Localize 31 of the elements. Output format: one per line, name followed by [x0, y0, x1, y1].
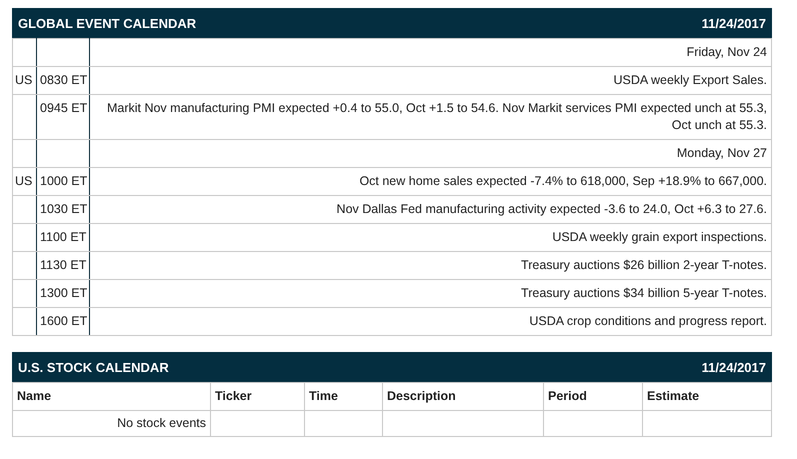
event-description: Treasury auctions $26 billion 2-year T-notes. — [521, 258, 767, 272]
column-header: Estimate — [647, 389, 700, 403]
event-time: 1030 ET — [40, 202, 88, 216]
event-description: Markit Nov manufacturing PMI expected +0.4 to 55.0, Oct +1.5 to 54.6. Nov Markit services PMI expected unch at 55.3, Oct unch at 55.3. — [106, 101, 767, 132]
column-header: Ticker — [215, 389, 252, 403]
event-time: 1130 ET — [40, 258, 86, 272]
date-heading: Friday, Nov 24 — [686, 45, 767, 59]
event-time: 1100 ET — [40, 230, 86, 244]
event-description: Treasury auctions $34 billion 5-year T-notes. — [521, 286, 767, 300]
event-description: Nov Dallas Fed manufacturing activity expected -3.6 to 24.0, Oct +6.3 to 27.6. — [336, 202, 767, 216]
event-description: USDA weekly Export Sales. — [613, 73, 767, 87]
event-time: 1000 ET — [40, 174, 88, 188]
empty-message: No stock events — [117, 416, 206, 430]
event-time: 0945 ET — [40, 101, 88, 115]
event-description: Oct new home sales expected -7.4% to 618,000, Sep +18.9% to 667,000. — [359, 174, 767, 188]
column-header: Period — [548, 389, 587, 403]
column-header: Name — [17, 389, 52, 403]
calendar-title: GLOBAL EVENT CALENDAR — [18, 16, 196, 30]
event-description: USDA weekly grain export inspections. — [552, 230, 767, 244]
calendar-date: 11/24/2017 — [702, 360, 766, 374]
column-header: Description — [387, 389, 456, 403]
region-label: US — [15, 174, 32, 188]
event-time: 0830 ET — [40, 73, 88, 87]
event-time: 1300 ET — [40, 286, 88, 300]
calendar-title: U.S. STOCK CALENDAR — [18, 360, 169, 374]
column-header: Time — [309, 389, 338, 403]
calendar-date: 11/24/2017 — [702, 16, 766, 30]
event-description: USDA crop conditions and progress report. — [529, 314, 767, 328]
event-time: 1600 ET — [40, 314, 88, 328]
region-label: US — [15, 73, 32, 87]
date-heading: Monday, Nov 27 — [676, 146, 767, 160]
